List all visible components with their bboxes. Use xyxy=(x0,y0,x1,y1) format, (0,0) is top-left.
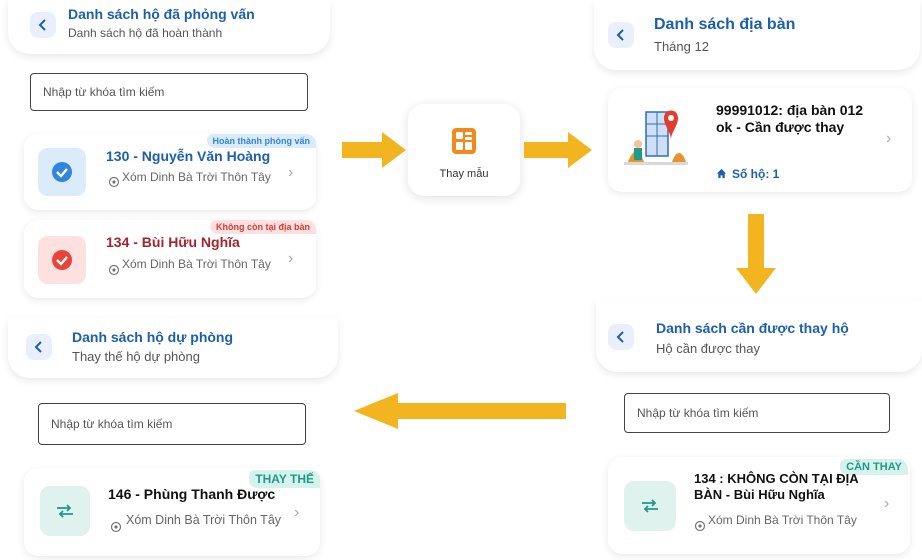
check-circle-icon xyxy=(52,162,72,182)
search-input[interactable]: Nhập từ khóa tìm kiếm xyxy=(624,393,890,433)
area-card[interactable]: 99991012: địa bàn 012 ok - Cần được thay… xyxy=(608,88,912,192)
chevron-left-icon xyxy=(38,19,46,31)
header: Danh sách hộ dự phòng Thay thế hộ dự phò… xyxy=(8,318,338,378)
avatar xyxy=(624,481,676,531)
flow-arrow-right-icon xyxy=(342,132,406,168)
list-item[interactable]: CẦN THAY 134 : KHÔNG CÒN TẠI ĐỊA BÀN - B… xyxy=(608,457,910,554)
chevron-right-icon: › xyxy=(288,164,294,181)
page-title: Danh sách cần được thay hộ xyxy=(656,320,849,336)
page-subtitle: Danh sách hộ đã hoàn thành xyxy=(68,26,223,40)
page-title: Danh sách địa bàn xyxy=(654,16,796,33)
item-title: 134 - Bùi Hữu Nghĩa xyxy=(106,234,240,250)
panel-interviewed: Danh sách hộ đã phỏng vấn Danh sách hộ đ… xyxy=(0,0,335,305)
home-icon xyxy=(716,168,727,179)
replace-sample-label: Thay mẫu xyxy=(439,168,489,180)
item-title: 130 - Nguyễn Văn Hoàng xyxy=(106,148,271,164)
swap-arrows-icon xyxy=(57,504,73,518)
item-address: Xóm Dinh Bà Trời Thôn Tây xyxy=(708,513,857,527)
location-icon xyxy=(108,264,120,276)
avatar xyxy=(40,486,90,536)
search-placeholder: Nhập từ khóa tìm kiếm xyxy=(637,406,759,420)
search-placeholder: Nhập từ khóa tìm kiếm xyxy=(43,85,165,99)
chevron-right-icon: › xyxy=(884,495,890,512)
chevron-right-icon: › xyxy=(886,130,892,147)
chevron-left-icon xyxy=(616,331,624,343)
chevron-left-icon xyxy=(34,341,42,353)
flow-arrow-right-icon xyxy=(524,132,592,168)
page-title: Danh sách hộ dự phòng xyxy=(72,329,234,345)
header: Danh sách cần được thay hộ Hộ cần được t… xyxy=(596,300,922,372)
location-icon xyxy=(694,520,706,532)
item-address: Xóm Dinh Bà Trời Thôn Tây xyxy=(122,170,271,184)
replace-sample-button[interactable]: Thay mẫu xyxy=(408,104,520,196)
back-button[interactable] xyxy=(26,334,52,360)
back-button[interactable] xyxy=(608,324,634,350)
panel-need-replace: Danh sách cần được thay hộ Hộ cần được t… xyxy=(596,300,922,560)
chevron-right-icon: › xyxy=(288,250,294,267)
list-item[interactable]: THAY THẾ 146 - Phùng Thanh Được Xóm Dinh… xyxy=(24,468,320,556)
header: Danh sách hộ đã phỏng vấn Danh sách hộ đ… xyxy=(8,0,330,54)
flow-arrow-down-icon xyxy=(736,214,776,294)
list-item[interactable]: Hoàn thành phỏng vấn 130 - Nguyễn Văn Ho… xyxy=(24,134,316,210)
header: Danh sách địa bàn Tháng 12 xyxy=(594,0,920,70)
page-subtitle: Thay thế hộ dự phòng xyxy=(72,349,200,364)
panel-areas: Danh sách địa bàn Tháng 12 99991012: địa… xyxy=(594,0,922,210)
location-icon xyxy=(108,176,120,188)
panel-reserve: Danh sách hộ dự phòng Thay thế hộ dự phò… xyxy=(0,318,340,560)
household-count: Số hộ: 1 xyxy=(732,167,780,181)
page-subtitle: Hộ cần được thay xyxy=(656,341,760,356)
avatar xyxy=(38,236,86,284)
calculator-icon xyxy=(452,128,476,154)
back-button[interactable] xyxy=(608,22,634,48)
item-address: Xóm Dinh Bà Trời Thôn Tây xyxy=(126,513,282,527)
item-title: 146 - Phùng Thanh Được xyxy=(108,486,276,502)
back-button[interactable] xyxy=(30,12,56,38)
item-address: Xóm Dinh Bà Trời Thôn Tây xyxy=(122,257,271,271)
avatar xyxy=(38,148,86,196)
search-placeholder: Nhập từ khóa tìm kiếm xyxy=(51,417,173,431)
chevron-left-icon xyxy=(616,29,624,41)
map-illustration-icon xyxy=(624,110,688,165)
area-title: 99991012: địa bàn 012 ok - Cần được thay xyxy=(716,102,864,135)
status-badge: Hoàn thành phỏng vấn xyxy=(206,134,316,148)
location-icon xyxy=(110,521,122,533)
flow-arrow-left-icon xyxy=(354,393,566,429)
search-input[interactable]: Nhập từ khóa tìm kiếm xyxy=(38,403,306,445)
search-input[interactable]: Nhập từ khóa tìm kiếm xyxy=(30,73,308,111)
list-item[interactable]: Không còn tại địa bàn 134 - Bùi Hữu Nghĩ… xyxy=(24,220,316,298)
swap-arrows-icon xyxy=(642,499,658,513)
item-title: 134 : KHÔNG CÒN TẠI ĐỊA BÀN - Bùi Hữu Ng… xyxy=(694,471,859,502)
page-title: Danh sách hộ đã phỏng vấn xyxy=(68,6,255,22)
page-subtitle: Tháng 12 xyxy=(654,39,709,54)
status-badge: Không còn tại địa bàn xyxy=(210,220,316,234)
check-circle-icon xyxy=(52,250,72,270)
chevron-right-icon: › xyxy=(294,504,300,521)
